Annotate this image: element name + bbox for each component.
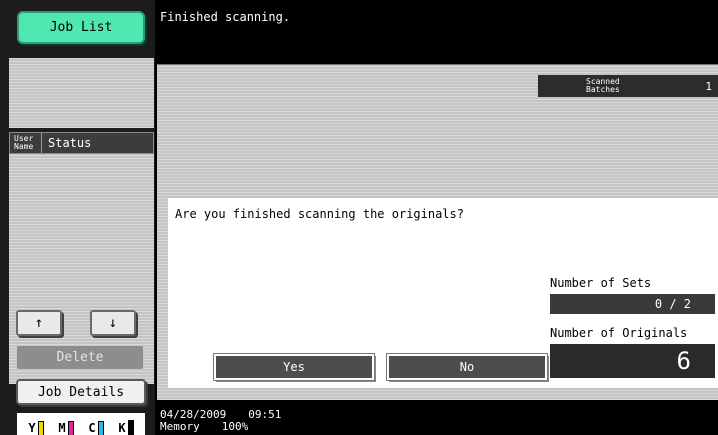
sidebar-panel-top <box>9 58 154 128</box>
arrow-down-icon: ↓ <box>108 315 118 331</box>
scroll-up-button[interactable]: ↑ <box>16 310 62 336</box>
scanned-batches-counter: Scanned Batches 1 <box>538 75 718 97</box>
toner-cyan: C <box>88 421 104 435</box>
no-button[interactable]: No <box>386 353 548 381</box>
scroll-down-button[interactable]: ↓ <box>90 310 136 336</box>
confirm-dialog: Are you finished scanning the originals?… <box>168 198 718 388</box>
toner-levels: Y M C K <box>17 413 145 435</box>
toner-black-bar <box>127 420 134 435</box>
time-text: 09:51 <box>248 408 282 421</box>
status-column-header: Status <box>48 136 92 150</box>
toner-magenta: M <box>58 421 74 435</box>
delete-button[interactable]: Delete <box>16 345 144 370</box>
number-of-sets-value: 0 / 2 <box>550 294 715 314</box>
toner-yellow: Y <box>28 421 44 435</box>
toner-yellow-bar <box>37 421 44 435</box>
status-message: Finished scanning. <box>160 10 291 24</box>
scanned-batches-value: 1 <box>705 79 712 93</box>
status-bar: 04/28/2009 09:51 Memory 100% <box>160 409 281 433</box>
user-name-column-header: User Name <box>10 133 42 153</box>
number-of-sets-label: Number of Sets <box>550 276 652 290</box>
scanned-batches-label: Scanned Batches <box>586 77 620 94</box>
job-list-header: User Name Status <box>9 132 154 154</box>
dialog-question: Are you finished scanning the originals? <box>175 207 464 221</box>
toner-black: K <box>118 420 134 435</box>
toner-magenta-bar <box>67 421 74 435</box>
memory-label: Memory <box>160 420 200 433</box>
job-list-button[interactable]: Job List <box>17 11 145 44</box>
arrow-up-icon: ↑ <box>34 315 44 331</box>
number-of-originals-label: Number of Originals <box>550 326 688 340</box>
yes-button[interactable]: Yes <box>213 353 375 381</box>
sidebar: Job List User Name Status ↑ ↓ Delete Job… <box>0 0 155 435</box>
toner-cyan-bar <box>97 421 104 435</box>
number-of-originals-value: 6 <box>550 344 715 378</box>
memory-value: 100% <box>221 420 249 433</box>
job-details-button[interactable]: Job Details <box>16 379 146 405</box>
